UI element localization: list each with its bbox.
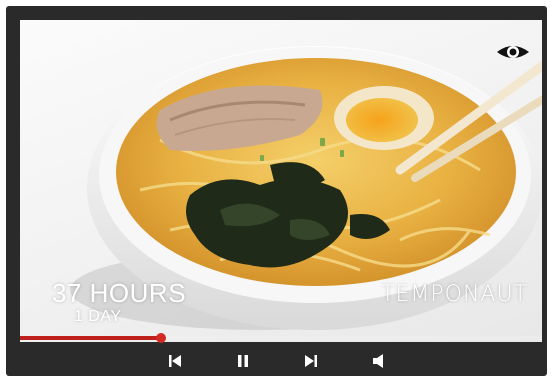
progress-fill xyxy=(20,336,161,340)
brand-watermark: TEMPONAUT xyxy=(381,282,528,307)
video-frame[interactable]: 37 HOURS 1 DAY TEMPONAUT xyxy=(20,20,542,342)
duration-hours: 37 HOURS xyxy=(52,278,187,308)
previous-button[interactable] xyxy=(163,349,187,373)
skip-previous-icon xyxy=(168,355,181,367)
duration-days: 1 DAY xyxy=(74,308,122,325)
eye-logo-icon xyxy=(497,46,529,58)
pause-icon xyxy=(237,355,248,367)
next-button[interactable] xyxy=(299,349,323,373)
control-bar xyxy=(6,346,547,376)
video-player: 37 HOURS 1 DAY TEMPONAUT xyxy=(6,6,547,376)
duration-label: 37 HOURS 1 DAY xyxy=(52,278,186,326)
progress-bar[interactable] xyxy=(20,333,542,343)
skip-next-icon xyxy=(304,355,317,367)
progress-handle[interactable] xyxy=(155,333,166,343)
pause-button[interactable] xyxy=(231,349,255,373)
volume-button[interactable] xyxy=(367,349,391,373)
volume-icon xyxy=(372,354,383,368)
